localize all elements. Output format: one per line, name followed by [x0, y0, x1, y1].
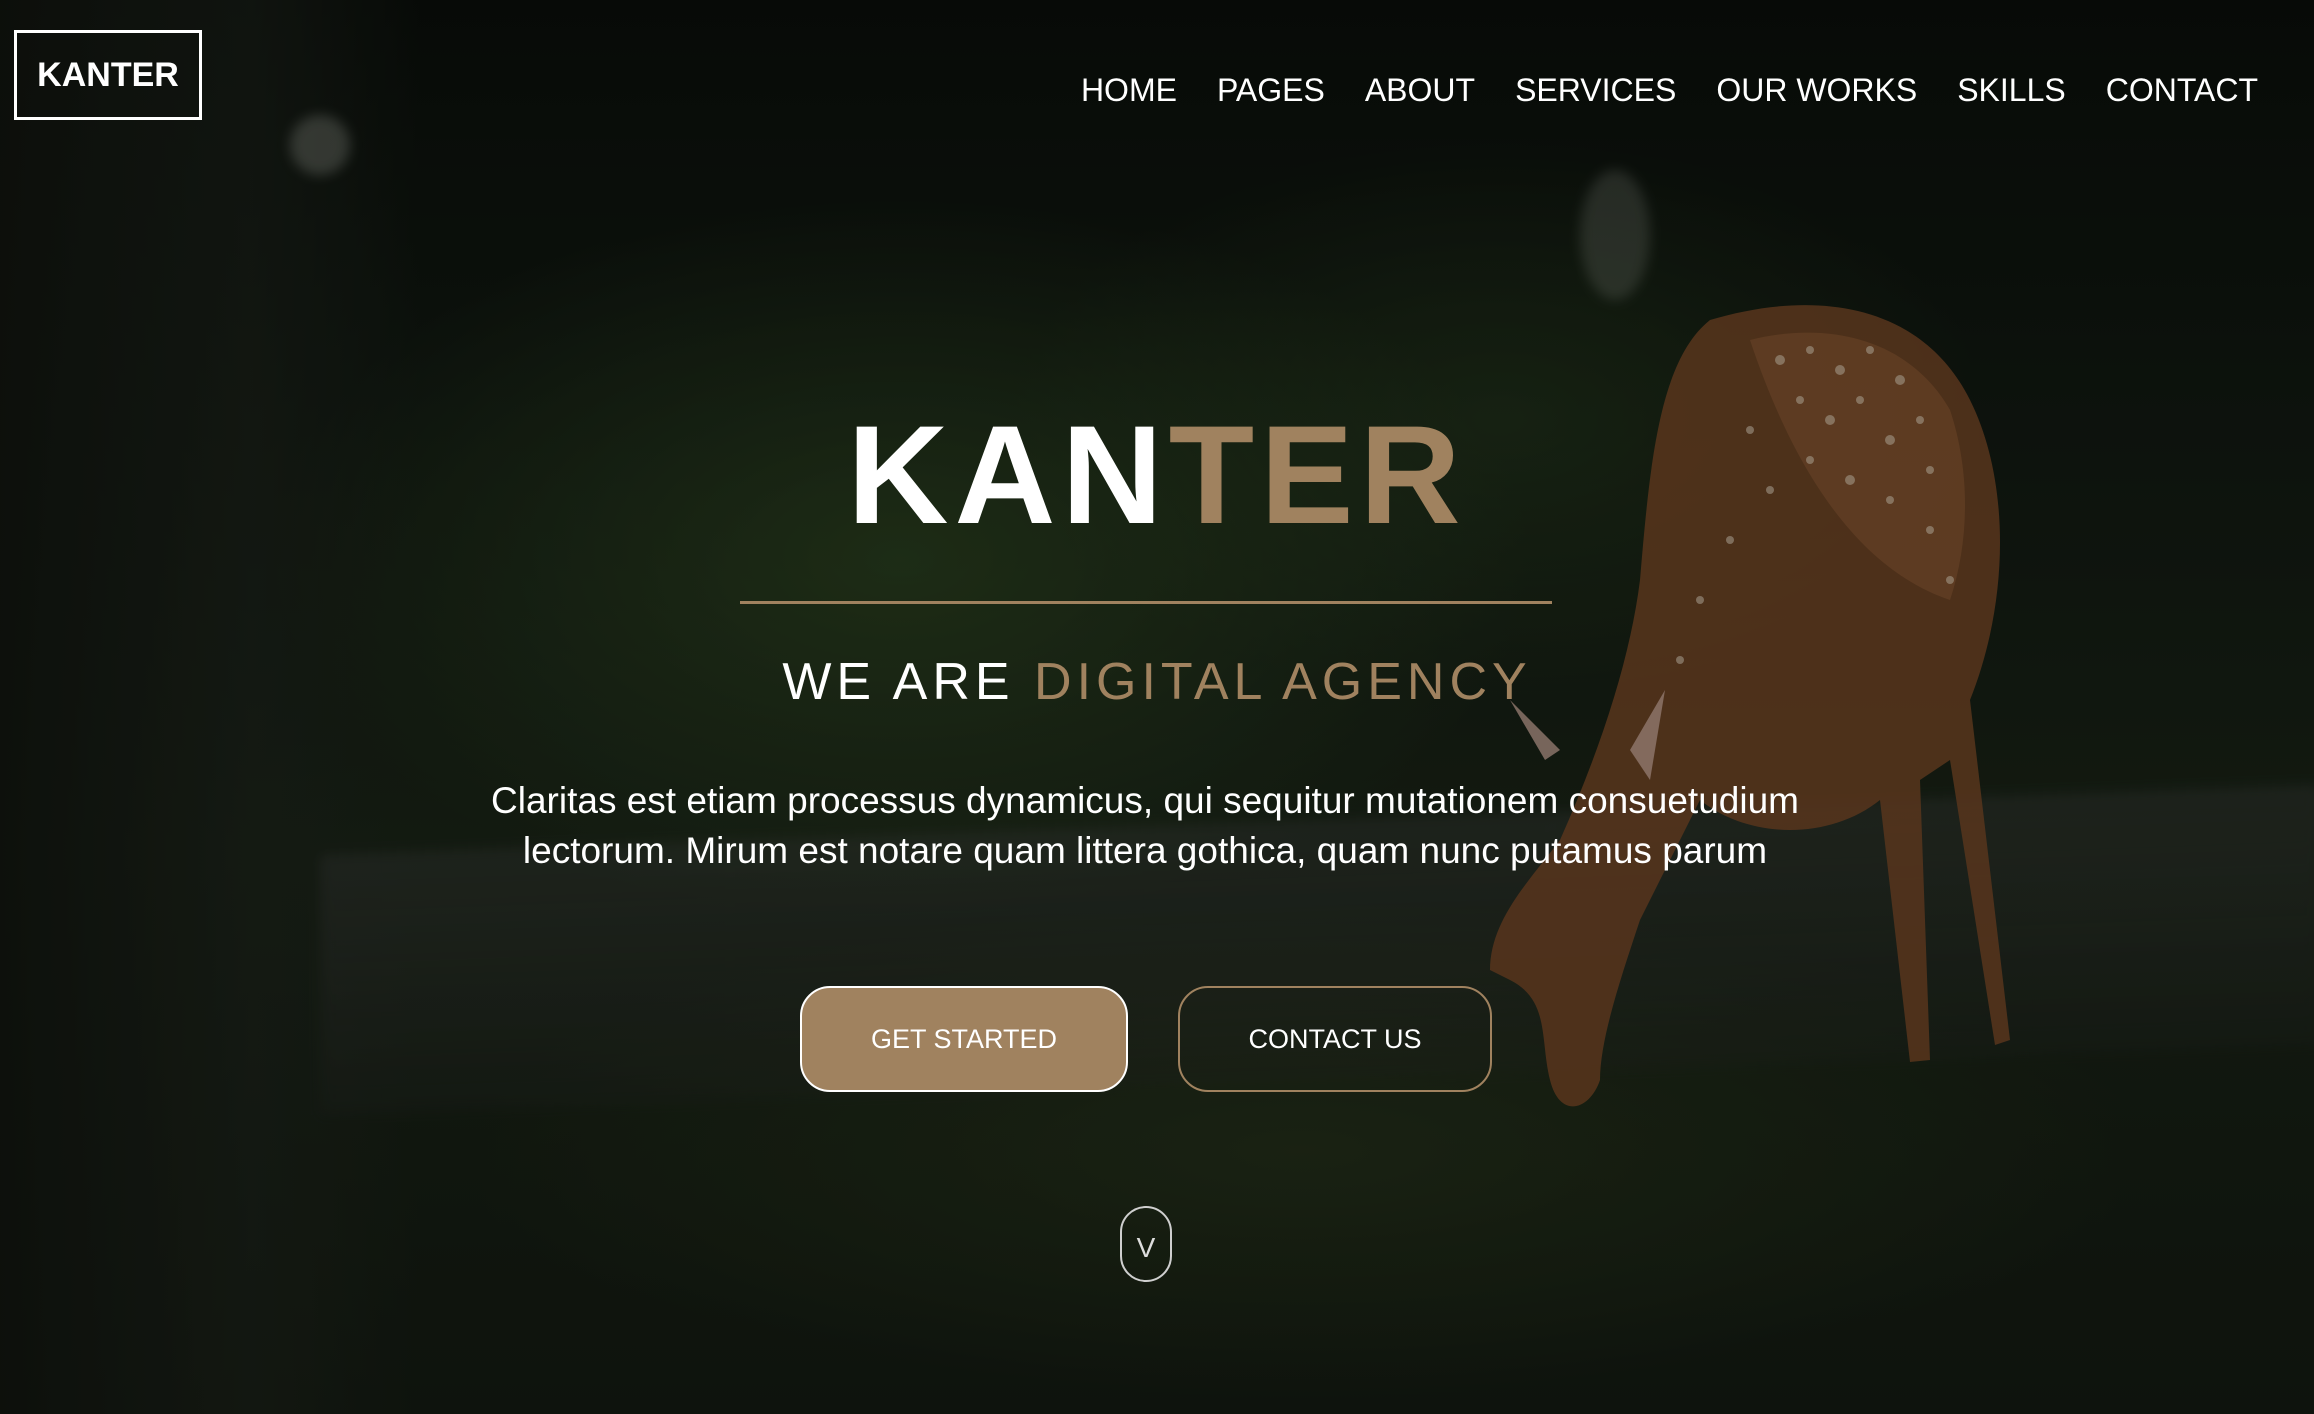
get-started-button[interactable]: GET STARTED [800, 986, 1128, 1092]
hero-title-part1: KAN [847, 396, 1169, 553]
hero-title: KANTER [0, 405, 2314, 545]
contact-us-button[interactable]: CONTACT US [1178, 986, 1492, 1092]
nav-item-pages[interactable]: PAGES [1217, 72, 1325, 109]
chevron-down-icon: V [1136, 1232, 1156, 1263]
logo[interactable]: KANTER [14, 30, 202, 120]
title-divider [740, 601, 1552, 604]
hero-subtitle: WE ARE DIGITAL AGENCY [0, 656, 2314, 708]
nav-item-skills[interactable]: SKILLS [1957, 72, 2066, 109]
nav-item-contact[interactable]: CONTACT [2106, 72, 2258, 109]
hero-description: Claritas est etiam processus dynamicus, … [491, 780, 1799, 871]
scroll-down-button[interactable]: V [1120, 1206, 1172, 1282]
nav-item-about[interactable]: ABOUT [1365, 72, 1475, 109]
nav-item-home[interactable]: HOME [1081, 72, 1177, 109]
hero-subtitle-part2: DIGITAL AGENCY [1034, 653, 1532, 711]
main-navigation: HOME PAGES ABOUT SERVICES OUR WORKS SKIL… [1081, 72, 2258, 109]
hero-title-part2: TER [1168, 396, 1467, 553]
hero-subtitle-part1: WE ARE [782, 653, 1035, 711]
nav-item-our-works[interactable]: OUR WORKS [1716, 72, 1917, 109]
nav-item-services[interactable]: SERVICES [1515, 72, 1676, 109]
